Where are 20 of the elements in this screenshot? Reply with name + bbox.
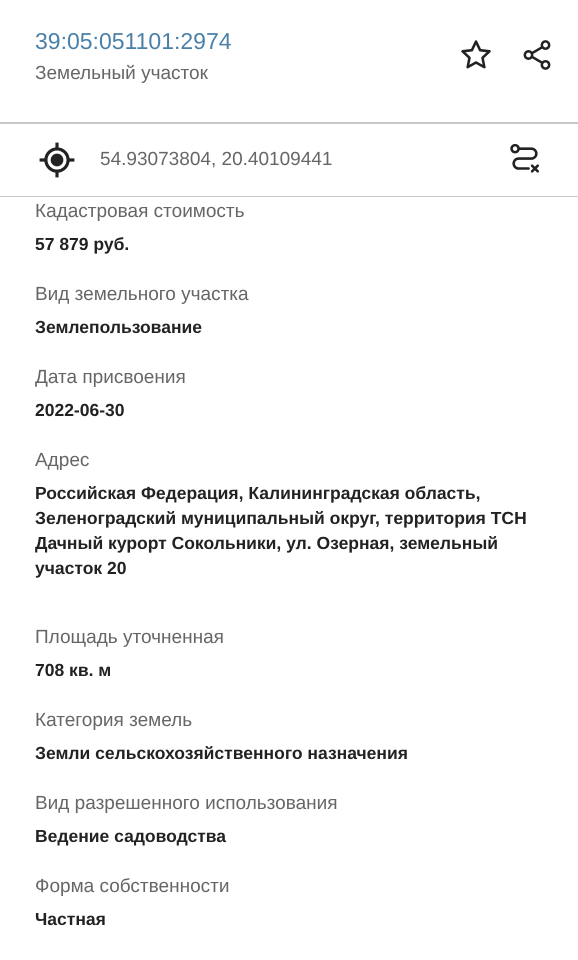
field-value: 57 879 руб. bbox=[35, 233, 130, 256]
field-label: Категория земель bbox=[35, 710, 194, 732]
field-value: Частная bbox=[35, 908, 107, 931]
field-value: Земли сельскохозяйственного назначения bbox=[35, 742, 409, 765]
field-label: Форма собственности bbox=[35, 876, 230, 898]
location-target-icon[interactable] bbox=[38, 140, 76, 178]
field-label: Вид земельного участка bbox=[35, 284, 250, 306]
field-value: 708 кв. м bbox=[35, 659, 112, 682]
cadastral-number: 39:05:051101:2974 bbox=[35, 28, 232, 55]
field-label: Кадастровая стоимость bbox=[35, 201, 246, 223]
field-value: Российская Федерация, Калининградская область, Зеленоградский муниципальный округ, территория ТСН Дачный курорт Сокольники, ул. Озерная, земельный участок 20 bbox=[35, 482, 528, 580]
field-label: Адрес bbox=[35, 450, 90, 472]
field-value: Землепользование bbox=[35, 316, 204, 339]
field-value: 2022-06-30 bbox=[35, 399, 126, 422]
field-label: Вид разрешенного использования bbox=[35, 793, 339, 815]
coordinates-text: 54.93073804, 20.40109441 bbox=[100, 148, 334, 170]
field-label: Дата присвоения bbox=[35, 367, 187, 389]
object-type: Земельный участок bbox=[35, 63, 209, 85]
field-label: Площадь уточненная bbox=[35, 627, 225, 649]
field-value: Ведение садоводства bbox=[35, 825, 228, 848]
